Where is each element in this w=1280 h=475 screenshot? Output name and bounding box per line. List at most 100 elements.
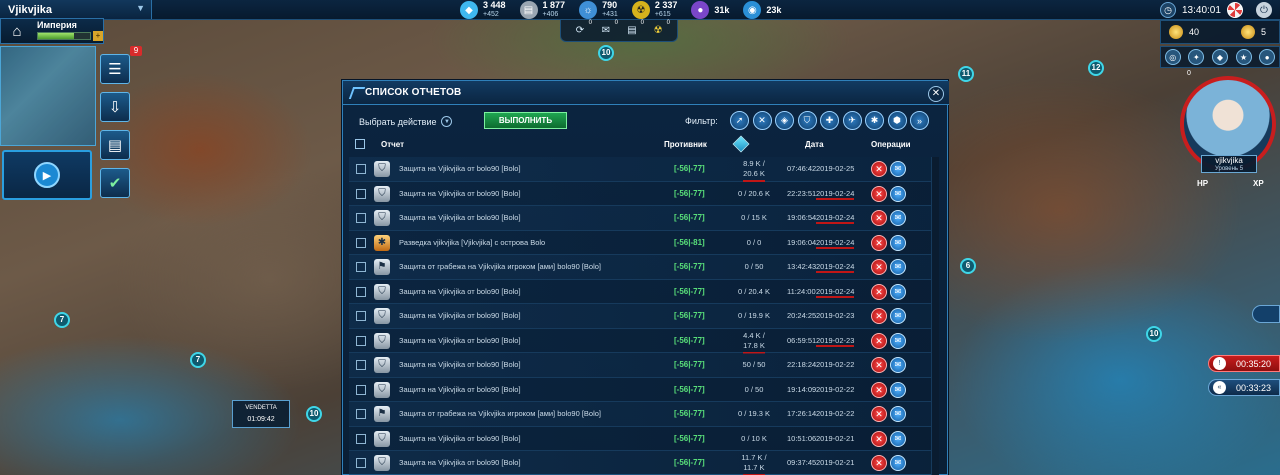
opponent-coords[interactable]: [-56|-77] [674,213,705,222]
mail-icon[interactable]: ✉ [890,283,906,300]
table-row[interactable]: ⚑ Защита от грабежа на Vjikvjika игроком … [349,402,937,427]
delete-icon[interactable]: ✕ [871,283,887,300]
fleet-notification[interactable]: ⟳ 0 [567,20,593,40]
fleet-filter-icon[interactable]: ✈ [842,111,862,130]
table-row[interactable]: ⛉ Защита на Vjikvjika от bolo90 [Bolo] [-5… [349,157,937,182]
delete-icon[interactable]: ✕ [871,234,887,251]
row-checkbox[interactable] [356,237,366,248]
row-checkbox[interactable] [356,311,366,321]
mail-icon[interactable]: ✉ [890,381,906,398]
row-checkbox[interactable] [356,433,366,444]
mail-notification[interactable]: ✉ 0 [593,20,619,40]
execute-button[interactable]: ВЫПОЛНИТЬ [484,112,567,129]
scrollbar[interactable] [931,157,939,475]
opponent-coords[interactable]: [-56|-81] [674,238,705,247]
report-title[interactable]: Защита от грабежа на Vjikvjika игроком [… [399,262,601,271]
tasks-button[interactable]: ☰ [100,54,130,84]
player-select[interactable]: Vjikvjika ▼ [0,0,152,19]
row-checkbox[interactable] [356,213,366,223]
mail-icon[interactable]: ✉ [890,185,906,202]
mail-icon[interactable]: ✉ [890,161,906,177]
report-title[interactable]: Защита на Vjikvjika от bolo90 [Bolo] [399,213,521,222]
report-title[interactable]: Защита на Vjikvjika от bolo90 [Bolo] [399,189,521,198]
market-icon[interactable]: ◎ [1164,49,1181,65]
report-title[interactable]: Защита на Vjikvjika от bolo90 [Bolo] [399,336,521,345]
fleet-timer[interactable]: « 00:33:23 [1208,379,1280,396]
close-icon[interactable]: ✕ [928,86,944,102]
report-title[interactable]: Защита на Vjikvjika от bolo90 [Bolo] [399,385,521,394]
attack-timer[interactable]: ! 00:35:20 [1208,355,1280,372]
table-row[interactable]: ⛉ Защита на Vjikvjika от bolo90 [Bolo] [-5… [349,181,937,206]
delete-icon[interactable]: ✕ [871,161,887,177]
resource-sphere[interactable]: ◉ 23k [743,0,781,20]
table-row[interactable]: ⛉ Защита на Vjikvjika от bolo90 [Bolo] [-5… [349,353,937,378]
spy-filter-icon[interactable]: ✱ [865,111,884,130]
table-row[interactable]: ⚑ Защита от грабежа на Vjikvjika игроком … [349,255,937,280]
row-checkbox[interactable] [356,409,366,419]
mail-icon[interactable]: ✉ [890,210,906,226]
report-title[interactable]: Защита на Vjikvjika от bolo90 [Bolo] [399,458,521,467]
map-marker[interactable]: 7 [54,312,70,328]
opponent-coords[interactable]: [-56|-77] [674,434,705,443]
vendetta-timer[interactable]: VENDETTA 01:09:42 [232,400,290,428]
report-title[interactable]: Защита на Vjikvjika от bolo90 [Bolo] [399,311,521,320]
report-title[interactable]: Защита на Vjikvjika от bolo90 [Bolo] [399,434,521,443]
delete-icon[interactable]: ✕ [871,455,887,471]
map-marker[interactable]: 6 [960,258,976,274]
table-row[interactable]: ⛉ Защита на Vjikvjika от bolo90 [Bolo] [-5… [349,279,937,304]
report-title[interactable]: Защита на Vjikvjika от bolo90 [Bolo] [399,287,521,296]
resource-metal[interactable]: ▤ 1 877 +406 [519,0,565,20]
map-marker[interactable]: 7 [190,352,206,368]
delete-icon[interactable]: ✕ [871,332,887,349]
support-lifebuoy-icon[interactable] [1227,2,1243,18]
map-marker[interactable]: 10 [598,45,614,61]
row-checkbox[interactable] [356,360,366,370]
delete-icon[interactable]: ✕ [871,357,887,373]
delete-icon[interactable]: ✕ [871,308,887,324]
mail-icon[interactable]: ✉ [890,406,906,422]
download-button[interactable]: ⇩ [100,92,130,122]
command-center-button[interactable]: ▶ [2,150,92,200]
row-checkbox[interactable] [356,384,366,395]
report-title[interactable]: Разведка vjikvjika [Vjikvjika] с острова… [399,238,545,247]
mail-icon[interactable]: ✉ [890,430,906,447]
empire-panel[interactable]: ⌂ Империя + [0,18,104,44]
table-row[interactable]: ⛉ Защита на Vjikvjika от bolo90 [Bolo] [-5… [349,328,937,354]
delete-icon[interactable]: ✕ [871,406,887,422]
row-checkbox[interactable] [356,286,366,297]
report-title[interactable]: Защита на Vjikvjika от bolo90 [Bolo] [399,360,521,369]
opponent-coords[interactable]: [-56|-77] [674,360,705,369]
opponent-coords[interactable]: [-56|-77] [674,287,705,296]
shield-filter-icon[interactable]: ⛉ [797,111,817,130]
mail-icon[interactable]: ✉ [890,357,906,373]
table-row[interactable]: ⛉ Защита на Vjikvjika от bolo90 [Bolo] [-5… [349,206,937,231]
map-marker[interactable]: 10 [306,406,322,422]
map-marker[interactable]: 10 [1146,326,1162,342]
select-all-checkbox[interactable] [355,139,365,149]
mail-icon[interactable]: ✉ [890,455,906,471]
power-icon[interactable]: ⏻ [1256,2,1272,18]
mail-icon[interactable]: ✉ [890,332,906,349]
shield-star-filter-icon[interactable]: ✚ [820,111,839,130]
delete-icon[interactable]: ✕ [871,185,887,202]
row-checkbox[interactable] [356,335,366,346]
table-row[interactable]: ⛉ Защита на Vjikvjika от bolo90 [Bolo] [-5… [349,304,937,329]
table-row[interactable]: ⛉ Защита на Vjikvjika от bolo90 [Bolo] [-5… [349,451,937,475]
resource-radiation[interactable]: ☢ 2 337 +615 [631,0,677,20]
reports-notification[interactable]: ▤ 0 [619,20,645,40]
confirm-button[interactable]: ✔ [100,168,130,198]
opponent-coords[interactable]: [-56|-77] [674,164,705,173]
delete-icon[interactable]: ✕ [871,430,887,447]
research-icon[interactable]: ✦ [1188,49,1205,65]
row-checkbox[interactable] [356,164,366,174]
attack-filter-icon[interactable]: ➚ [730,111,749,130]
defense-filter-icon[interactable]: ◈ [775,111,794,130]
resource-energy[interactable]: ☼ 790 +431 [579,0,618,20]
opponent-coords[interactable]: [-56|-77] [674,385,705,394]
shop-icon[interactable]: ● [1259,49,1276,65]
map-marker[interactable]: 12 [1088,60,1104,76]
documents-button[interactable]: ▤ [100,130,130,160]
opponent-coords[interactable]: [-56|-77] [674,336,705,345]
radiation-notification[interactable]: ☢ 0 [645,20,671,40]
alliance-icon[interactable]: ◆ [1211,49,1228,65]
